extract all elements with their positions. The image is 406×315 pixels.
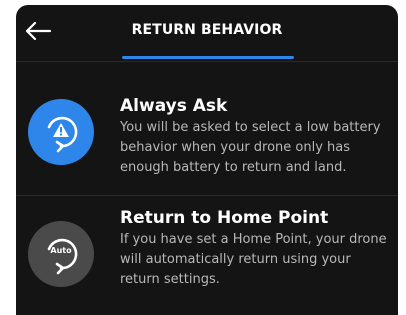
option-title: Always Ask — [120, 96, 228, 116]
option-icon-circle: Auto — [28, 221, 94, 287]
warning-return-icon — [47, 116, 78, 153]
option-title: Return to Home Point — [120, 208, 329, 228]
option-divider — [16, 195, 398, 196]
option-text: Always Ask You will be asked to select a… — [120, 95, 392, 178]
header: RETURN BEHAVIOR — [16, 5, 398, 63]
option-icon-circle — [28, 99, 94, 165]
option-description: If you have set a Home Point, your drone… — [120, 232, 387, 287]
tab-underline — [122, 56, 294, 59]
auto-icon-label: Auto — [50, 246, 72, 255]
option-text: Return to Home Point If you have set a H… — [120, 207, 392, 290]
option-description: You will be asked to select a low batter… — [120, 120, 381, 175]
header-divider — [16, 61, 398, 62]
option-always-ask[interactable]: Always Ask You will be asked to select a… — [16, 91, 398, 195]
return-behavior-panel: RETURN BEHAVIOR Always Ask You will be a… — [16, 5, 398, 315]
option-return-to-home[interactable]: Auto Return to Home Point If you have se… — [16, 203, 398, 315]
page-title: RETURN BEHAVIOR — [131, 22, 283, 38]
